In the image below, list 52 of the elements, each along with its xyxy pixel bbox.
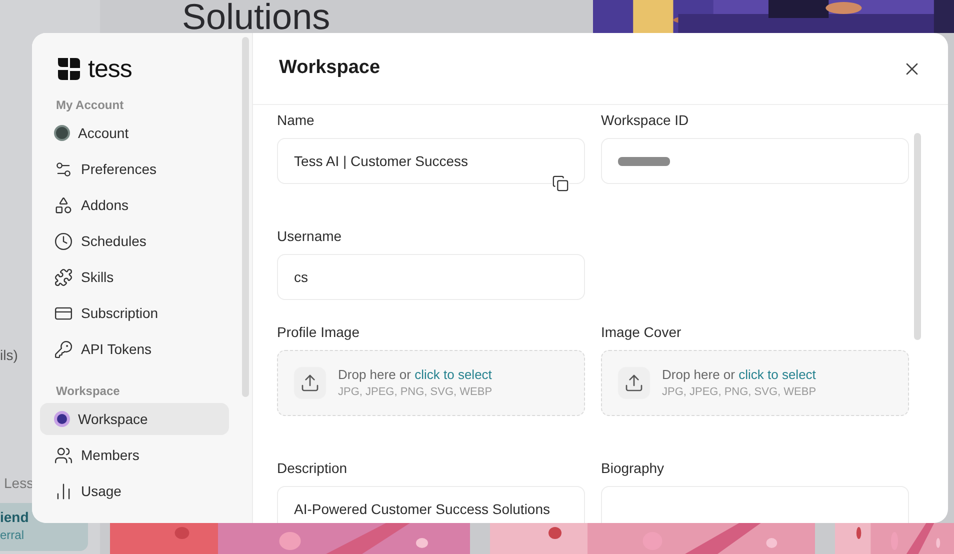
id-field[interactable] — [601, 138, 909, 184]
text-field[interactable]: cs — [277, 254, 585, 300]
select-link[interactable]: click to select — [414, 367, 492, 382]
select-link[interactable]: click to select — [738, 367, 816, 382]
upload-icon — [294, 367, 326, 399]
redacted-value — [618, 156, 670, 166]
key-icon — [54, 340, 73, 358]
sidebar-item[interactable]: Usage — [40, 475, 229, 507]
upload-prompt: Drop here or click to select — [338, 366, 492, 384]
sidebar-item[interactable]: Schedules — [40, 225, 229, 257]
upload-dropzone[interactable]: Drop here or click to select JPG, JPEG, PNG, SVG, WEBP — [601, 350, 909, 416]
field-label: Profile Image — [277, 323, 360, 341]
field-label: Name — [277, 111, 316, 129]
sidebar-item[interactable]: Workspace — [40, 403, 229, 435]
avatar-icon — [54, 125, 70, 141]
users-icon — [54, 446, 73, 464]
sidebar-item[interactable]: Skills — [40, 261, 229, 293]
sidebar-item[interactable]: Members — [40, 439, 229, 471]
sidebar-item[interactable]: Subscription — [40, 297, 229, 329]
puzzle-icon — [54, 268, 73, 286]
section-title: My Account — [55, 97, 125, 114]
logo-text: tess — [88, 55, 132, 83]
shapes-icon — [54, 196, 73, 214]
text-field[interactable]: AI-Powered Customer Success Solutions — [277, 486, 585, 523]
sidebar-item[interactable]: API Tokens — [40, 333, 229, 365]
field-label: Description — [277, 459, 348, 477]
copy-icon[interactable] — [552, 175, 569, 192]
sidebar-item[interactable]: Addons — [40, 189, 229, 221]
field-label: Username — [277, 227, 343, 245]
workspace-avatar-icon — [54, 411, 70, 427]
text-field[interactable] — [601, 486, 909, 523]
text-field[interactable]: Tess AI | Customer Success — [277, 138, 585, 184]
field-label: Workspace ID — [601, 111, 690, 129]
clock-icon — [54, 232, 73, 250]
upload-dropzone[interactable]: Drop here or click to select JPG, JPEG, PNG, SVG, WEBP — [277, 350, 585, 416]
dialog-title: Workspace — [279, 56, 380, 80]
upload-icon — [618, 367, 650, 399]
field-label: Image Cover — [601, 323, 682, 341]
background-text: Less — [4, 474, 34, 493]
sliders-icon — [54, 160, 73, 178]
sidebar-item[interactable]: Preferences — [40, 153, 229, 185]
field-label: Biography — [601, 459, 666, 477]
referral-subtitle: erral — [0, 527, 26, 544]
sidebar-item[interactable]: Account — [40, 117, 229, 149]
section-title: Workspace — [55, 383, 121, 400]
upload-prompt: Drop here or click to select — [662, 366, 816, 384]
upload-formats: JPG, JPEG, PNG, SVG, WEBP — [662, 385, 816, 400]
logo-icon — [56, 56, 82, 82]
background-text: ils) — [0, 346, 18, 365]
referral-title: iend — [0, 508, 30, 526]
upload-formats: JPG, JPEG, PNG, SVG, WEBP — [338, 385, 492, 400]
page-heading: Solutions — [182, 0, 330, 33]
